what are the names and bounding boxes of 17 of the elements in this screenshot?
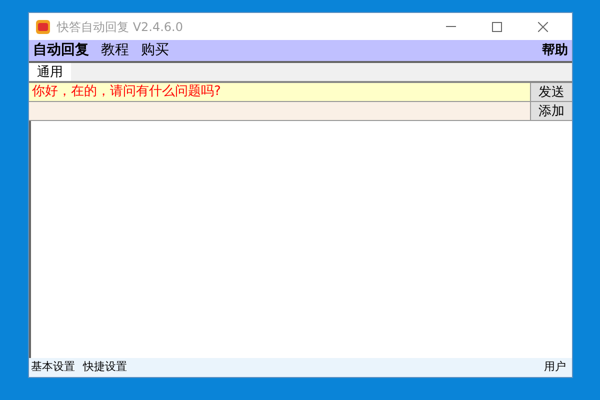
app-logo-icon (35, 18, 51, 34)
tab[interactable]: 通用 (29, 63, 71, 81)
message-field[interactable]: 你好，在的，请问有什么问题吗? (29, 83, 530, 101)
menu-item[interactable]: 购买 (141, 40, 169, 61)
window-title: 快答自动回复 V2.4.6.0 (57, 18, 184, 36)
input-field[interactable] (29, 102, 530, 120)
help-menu-item[interactable]: 帮助 (542, 40, 568, 60)
status-link[interactable]: 快捷设置 (83, 359, 127, 376)
menu-item[interactable]: 教程 (101, 40, 129, 61)
user-link[interactable]: 用户 (544, 359, 570, 376)
minimize-icon (446, 26, 456, 27)
menu-item[interactable]: 自动回复 (33, 40, 89, 61)
send-button[interactable]: 发送 (530, 83, 572, 101)
maximize-icon (492, 22, 502, 32)
status-link[interactable]: 基本设置 (31, 359, 75, 376)
add-button[interactable]: 添加 (530, 102, 572, 120)
close-icon (538, 22, 548, 32)
